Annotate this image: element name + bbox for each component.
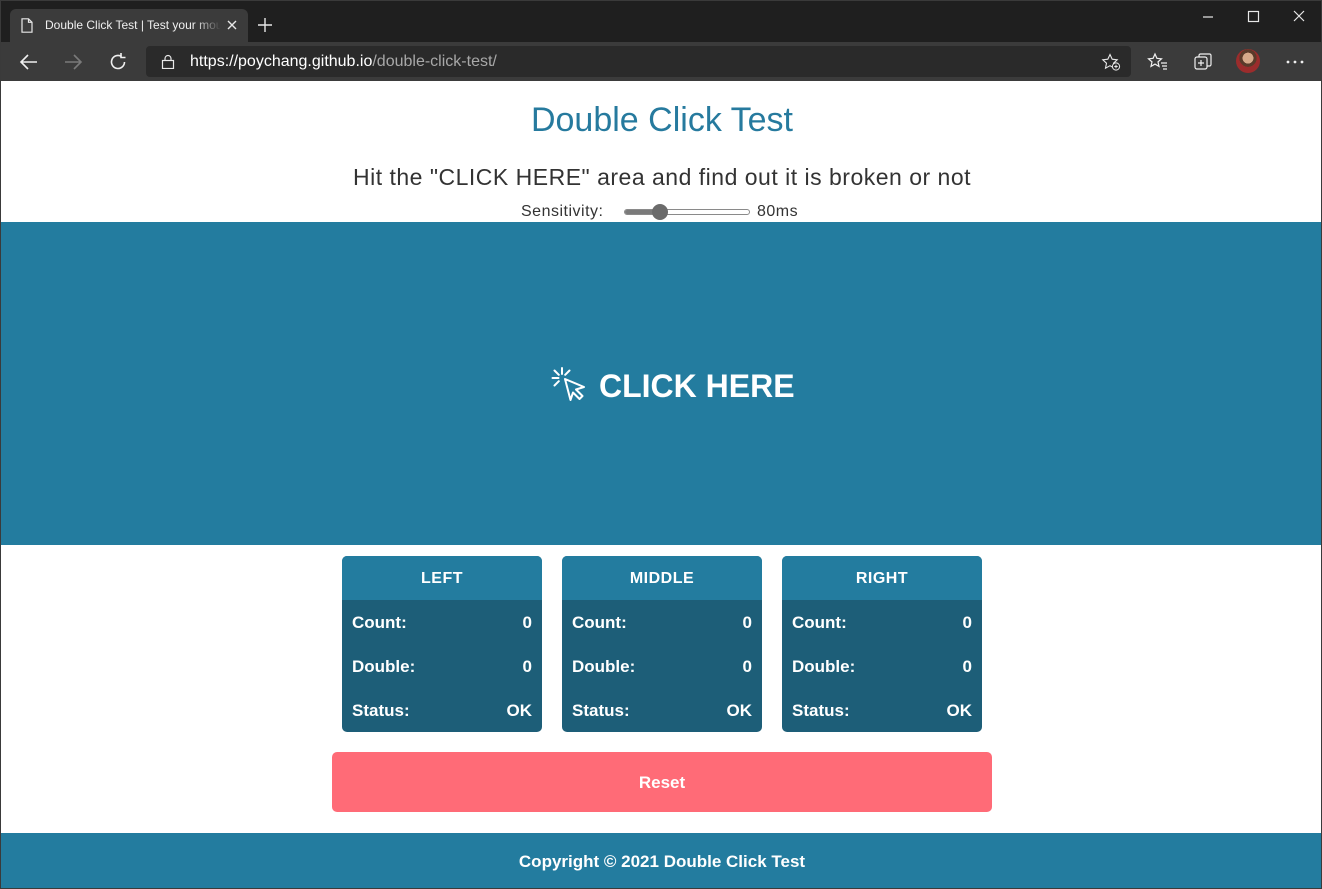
refresh-icon[interactable]: [106, 50, 130, 74]
cursor-click-icon: [551, 367, 585, 401]
favorites-icon[interactable]: [1146, 50, 1170, 74]
double-row: Double: 0: [782, 644, 982, 688]
status-value: OK: [506, 701, 533, 720]
tab-title: Double Click Test | Test your mouse: [45, 18, 221, 32]
middle-button-card: MIDDLE Count: 0 Double: 0 Status: OK: [562, 556, 762, 732]
page-title: Double Click Test: [530, 101, 794, 139]
address-toolbar: https://poychang.github.io/double-click-…: [1, 42, 1321, 81]
avatar[interactable]: [1236, 49, 1260, 73]
count-value: 0: [962, 613, 972, 632]
count-label: Count:: [792, 613, 847, 632]
double-row: Double: 0: [562, 644, 762, 688]
double-label: Double:: [572, 657, 636, 676]
more-icon[interactable]: [1283, 50, 1307, 74]
plus-icon[interactable]: [256, 16, 274, 34]
lock-icon[interactable]: [161, 54, 175, 69]
status-row: Status: OK: [342, 688, 542, 732]
status-label: Status:: [792, 701, 850, 720]
status-label: Status:: [352, 701, 410, 720]
address-bar[interactable]: https://poychang.github.io/double-click-…: [146, 46, 1131, 77]
click-here-label: CLICK HERE: [599, 368, 795, 404]
status-row: Status: OK: [562, 688, 762, 732]
reset-button[interactable]: Reset: [332, 752, 992, 812]
double-label: Double:: [352, 657, 416, 676]
sensitivity-slider-thumb[interactable]: [651, 204, 668, 220]
tab-bar: Double Click Test | Test your mouse: [1, 1, 1321, 42]
sensitivity-value: 80ms: [757, 203, 799, 220]
minimize-icon[interactable]: [1196, 7, 1220, 27]
double-value: 0: [742, 657, 752, 676]
status-row: Status: OK: [782, 688, 982, 732]
card-title: LEFT: [342, 556, 542, 600]
count-row: Count: 0: [562, 600, 762, 644]
card-title: MIDDLE: [562, 556, 762, 600]
tab-double-click-test[interactable]: Double Click Test | Test your mouse: [10, 9, 248, 42]
count-row: Count: 0: [782, 600, 982, 644]
add-favorite-icon[interactable]: [1101, 53, 1121, 71]
url-host: https://poychang.github.io: [190, 53, 373, 70]
double-row: Double: 0: [342, 644, 542, 688]
double-label: Double:: [792, 657, 856, 676]
collections-icon[interactable]: [1191, 50, 1215, 74]
status-label: Status:: [572, 701, 630, 720]
footer: Copyright © 2021 Double Click Test: [1, 833, 1321, 888]
url-path: /double-click-test/: [372, 53, 497, 70]
click-here-area[interactable]: CLICK HERE: [1, 222, 1321, 545]
double-value: 0: [962, 657, 972, 676]
right-button-card: RIGHT Count: 0 Double: 0 Status: OK: [782, 556, 982, 732]
maximize-icon[interactable]: [1241, 7, 1265, 27]
page-content: Double Click Test Hit the "CLICK HERE" a…: [1, 81, 1321, 888]
double-value: 0: [522, 657, 532, 676]
count-label: Count:: [572, 613, 627, 632]
back-icon[interactable]: [17, 50, 41, 74]
status-value: OK: [726, 701, 753, 720]
close-icon[interactable]: [225, 18, 239, 32]
url-text: https://poychang.github.io/double-click-…: [190, 52, 497, 71]
count-value: 0: [742, 613, 752, 632]
page-icon: [21, 18, 33, 33]
sensitivity-slider[interactable]: [624, 204, 750, 220]
browser-window: Double Click Test | Test your mouse http…: [0, 0, 1322, 889]
count-label: Count:: [352, 613, 407, 632]
count-row: Count: 0: [342, 600, 542, 644]
left-button-card: LEFT Count: 0 Double: 0 Status: OK: [342, 556, 542, 732]
status-value: OK: [946, 701, 973, 720]
forward-icon[interactable]: [61, 50, 85, 74]
window-close-icon[interactable]: [1287, 7, 1311, 27]
footer-copyright: Copyright © 2021 Double Click Test: [518, 852, 806, 871]
count-value: 0: [522, 613, 532, 632]
sensitivity-label: Sensitivity:: [521, 203, 604, 220]
page-subtitle: Hit the "CLICK HERE" area and find out i…: [352, 164, 972, 190]
card-title: RIGHT: [782, 556, 982, 600]
